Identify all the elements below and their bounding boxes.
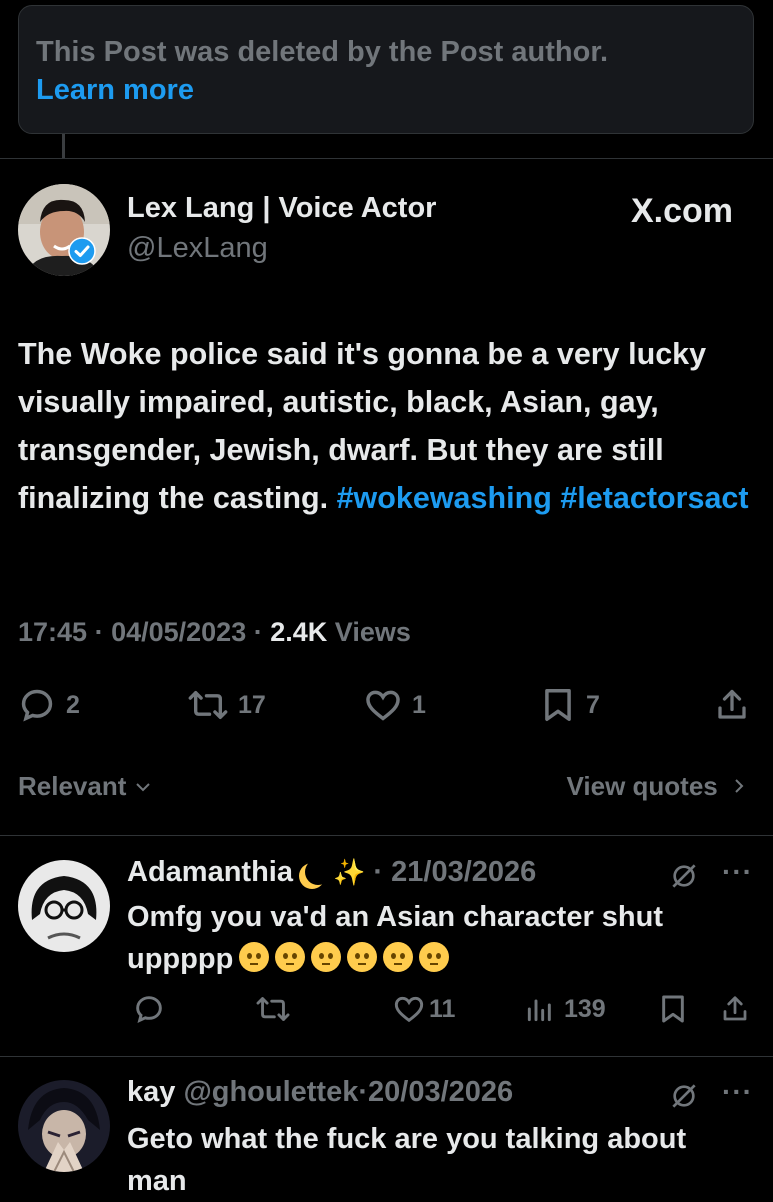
post-text: The Woke police said it's gonna be a ver…	[18, 330, 758, 522]
reply-header: Adamanthia ✨ · 21/03/2026	[127, 856, 537, 888]
reply-author-name[interactable]: kay	[127, 1076, 175, 1108]
reply-header: kay @ghoulettek·20/03/2026	[127, 1076, 514, 1108]
thread-connector-line	[62, 134, 65, 158]
pleading-emoji	[347, 942, 378, 972]
reply-avatar[interactable]	[18, 1080, 110, 1172]
reply-body: Geto what the fuck are you talking about…	[127, 1123, 687, 1197]
moon-emoji	[305, 859, 331, 885]
pleading-emoji	[275, 942, 306, 972]
reply-handle[interactable]: @ghoulettek	[183, 1076, 358, 1108]
reply-author-name[interactable]: Adamanthia	[127, 856, 293, 888]
reply-reply-button[interactable]	[133, 993, 165, 1025]
reply-date[interactable]: 21/03/2026	[391, 856, 536, 888]
sparkles-emoji: ✨	[332, 857, 366, 887]
reply-text: Omfg you va'd an Asian character shut up…	[127, 896, 747, 980]
bookmark-button[interactable]: 7	[540, 686, 600, 724]
post-time[interactable]: 17:45	[18, 617, 87, 647]
pleading-emoji	[419, 942, 450, 972]
reply-icon	[21, 689, 53, 722]
views-label: Views	[334, 617, 411, 647]
views-icon	[527, 999, 551, 1022]
more-icon[interactable]: ···	[722, 856, 753, 888]
learn-more-link[interactable]: Learn more	[36, 72, 753, 108]
verified-icon	[68, 237, 96, 265]
reply-count: 2	[66, 690, 80, 719]
share-button[interactable]	[714, 686, 750, 724]
repost-icon	[256, 997, 290, 1021]
reply-views-button[interactable]: 139	[524, 993, 606, 1025]
pleading-emoji	[311, 942, 342, 972]
deleted-notice-text: This Post was deleted by the Post author…	[36, 36, 609, 68]
pleading-emoji	[383, 942, 414, 972]
share-icon	[723, 996, 747, 1021]
view-quotes-label: View quotes	[566, 771, 718, 801]
repost-icon	[188, 691, 228, 719]
brand-label: X.com	[630, 192, 733, 230]
like-icon	[366, 690, 400, 721]
hashtag-link[interactable]: #letactorsact	[560, 481, 748, 515]
reply-views-count: 139	[564, 994, 606, 1023]
sort-dropdown[interactable]: Relevant	[18, 771, 152, 802]
author-handle[interactable]: @LexLang	[127, 232, 268, 265]
author-name[interactable]: Lex Lang | Voice Actor	[127, 192, 436, 225]
divider	[0, 1056, 773, 1057]
reply-like-count: 11	[429, 994, 456, 1023]
divider	[0, 158, 773, 159]
view-quotes-link[interactable]: View quotes	[567, 771, 747, 802]
repost-count: 17	[238, 690, 266, 719]
pleading-emoji	[239, 942, 270, 972]
reply-icon	[136, 996, 162, 1023]
bookmark-icon	[545, 689, 571, 721]
sort-label: Relevant	[18, 771, 127, 801]
post-meta: 17:45 · 04/05/2023 · 2.4K Views	[18, 617, 411, 647]
chevron-down-icon	[135, 783, 150, 792]
share-icon	[718, 689, 746, 719]
divider	[0, 835, 773, 836]
like-icon	[394, 996, 424, 1023]
reply-bookmark-button[interactable]	[658, 993, 688, 1025]
reply-share-button[interactable]	[720, 993, 750, 1025]
reply-avatar[interactable]	[18, 860, 110, 952]
grok-icon[interactable]	[668, 1080, 700, 1112]
grok-icon[interactable]	[668, 860, 700, 892]
views-count: 2.4K	[270, 617, 328, 647]
reply-repost-button[interactable]	[256, 993, 290, 1025]
chevron-right-icon	[735, 779, 744, 793]
like-button[interactable]: 1	[364, 686, 426, 724]
deleted-post-notice: This Post was deleted by the Post author…	[18, 5, 754, 134]
like-count: 1	[412, 690, 426, 719]
author-avatar[interactable]	[18, 184, 110, 276]
more-icon[interactable]: ···	[722, 1076, 753, 1108]
reply-button[interactable]: 2	[18, 686, 80, 724]
bookmark-icon	[662, 995, 684, 1023]
post-date[interactable]: 04/05/2023	[111, 617, 246, 647]
repost-button[interactable]: 17	[188, 686, 266, 724]
brand-watermark: X.com	[631, 192, 733, 231]
reply-text: Geto what the fuck are you talking about…	[127, 1118, 747, 1202]
bookmark-count: 7	[586, 690, 600, 719]
reply-like-button[interactable]: 11	[393, 993, 455, 1025]
hashtag-link[interactable]: #wokewashing	[337, 481, 552, 515]
reply-date[interactable]: 20/03/2026	[368, 1076, 513, 1108]
